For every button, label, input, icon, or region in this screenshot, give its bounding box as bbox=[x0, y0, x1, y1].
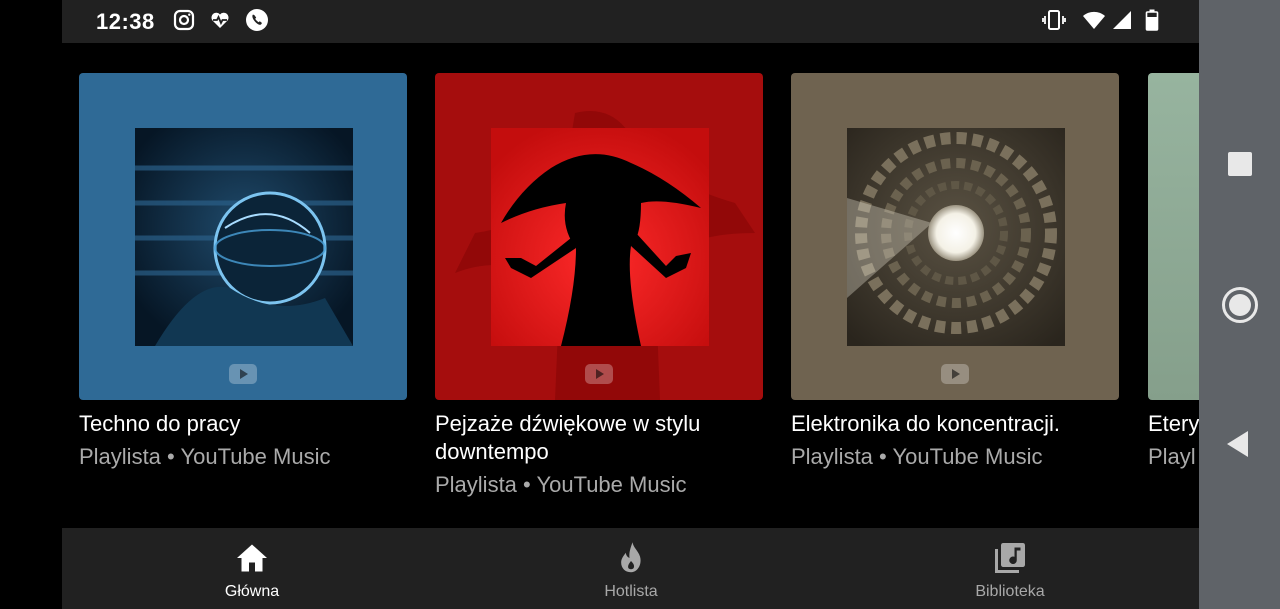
flame-icon bbox=[621, 542, 641, 573]
library-music-icon bbox=[995, 543, 1025, 573]
nav-home-label: Główna bbox=[224, 583, 280, 600]
left-gutter bbox=[0, 0, 62, 609]
playlist-title-text[interactable]: Etery bbox=[1148, 410, 1199, 438]
heart-pulse-icon bbox=[211, 12, 229, 28]
battery-icon bbox=[1145, 9, 1159, 31]
nav-library-label: Biblioteka bbox=[975, 583, 1045, 600]
playlist-thumbnail[interactable] bbox=[1148, 73, 1199, 400]
playlist-subtitle: Playlista • YouTube Music bbox=[791, 444, 1043, 469]
playlist-title[interactable]: Pejzaże dźwiękowe w stylu downtempo Play… bbox=[435, 410, 755, 499]
wifi-icon bbox=[1083, 11, 1105, 29]
playlist-title[interactable]: Techno do pracy Playlista • YouTube Musi… bbox=[79, 410, 399, 471]
nav-library[interactable]: Biblioteka bbox=[910, 528, 1110, 609]
playlist-thumbnail[interactable] bbox=[79, 73, 407, 400]
home-icon bbox=[237, 544, 267, 572]
youtube-badge-icon bbox=[229, 364, 257, 384]
home-circle-icon[interactable] bbox=[1221, 286, 1259, 324]
youtube-badge-icon bbox=[941, 364, 969, 384]
playlist-title[interactable]: Etery Playl bbox=[1148, 410, 1199, 471]
youtube-badge-icon bbox=[585, 364, 613, 384]
instagram-icon bbox=[173, 9, 195, 31]
back-triangle-icon[interactable] bbox=[1226, 430, 1250, 458]
playlist-carousel: Techno do pracy Playlista • YouTube Musi… bbox=[62, 43, 1199, 528]
playlist-title[interactable]: Elektronika do koncentracji. Playlista •… bbox=[791, 410, 1111, 471]
bottom-nav: Główna Hotlista Biblioteka bbox=[62, 528, 1199, 609]
playlist-title-text[interactable]: Techno do pracy bbox=[79, 410, 399, 438]
recents-square-icon[interactable] bbox=[1227, 151, 1253, 177]
playlist-subtitle: Playlista • YouTube Music bbox=[79, 444, 331, 469]
dome-light-art bbox=[847, 128, 1065, 346]
nav-home[interactable]: Główna bbox=[152, 528, 352, 609]
status-bar: 12:38 bbox=[62, 0, 1199, 43]
playlist-thumbnail[interactable] bbox=[435, 73, 763, 400]
dancing-woman-art bbox=[491, 128, 709, 346]
playlist-subtitle: Playl bbox=[1148, 444, 1196, 469]
playlist-thumbnail[interactable] bbox=[791, 73, 1119, 400]
vibrate-icon bbox=[1042, 10, 1066, 30]
system-nav-bar bbox=[1199, 0, 1280, 609]
nav-hotlist[interactable]: Hotlista bbox=[531, 528, 731, 609]
playlist-title-text[interactable]: Pejzaże dźwiękowe w stylu downtempo bbox=[435, 410, 755, 466]
playlist-subtitle: Playlista • YouTube Music bbox=[435, 472, 687, 497]
nav-hotlist-label: Hotlista bbox=[604, 583, 658, 600]
signal-icon bbox=[1113, 11, 1131, 29]
crystal-ball-art bbox=[135, 128, 353, 346]
status-time: 12:38 bbox=[96, 9, 155, 34]
phone-icon bbox=[246, 9, 268, 31]
playlist-title-text[interactable]: Elektronika do koncentracji. bbox=[791, 410, 1111, 438]
